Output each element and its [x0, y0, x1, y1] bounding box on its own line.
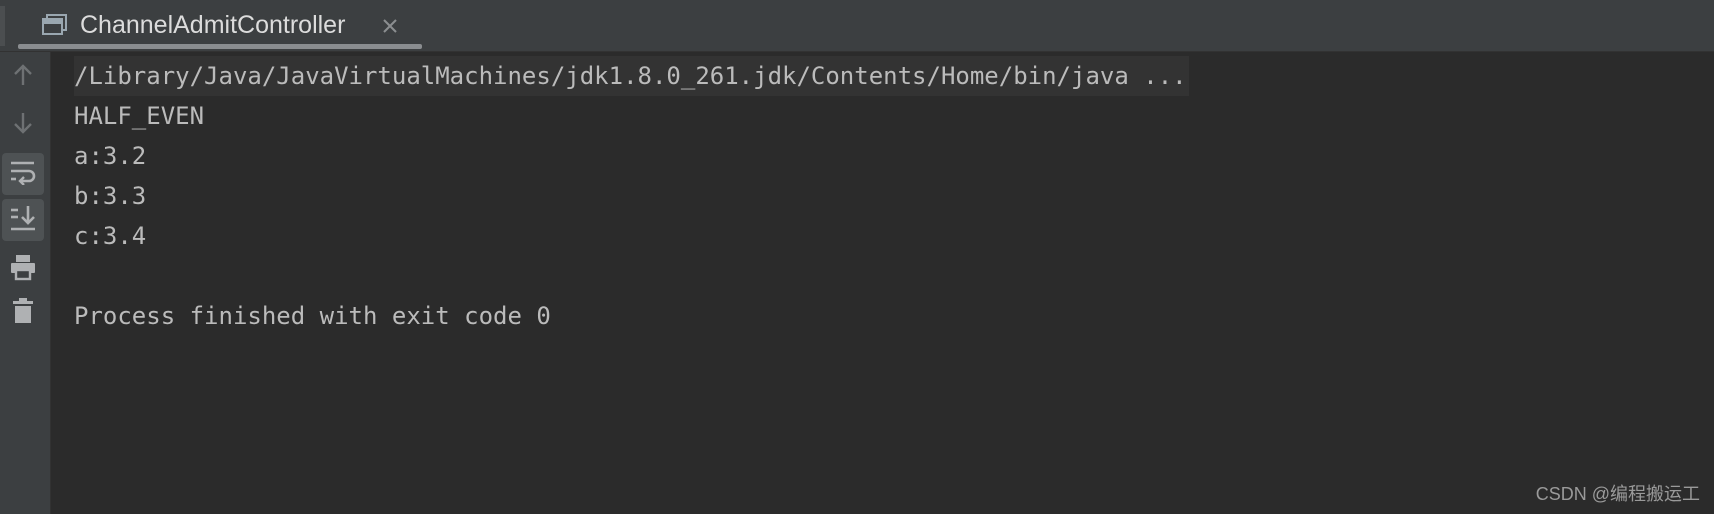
soft-wrap-button[interactable] — [2, 153, 44, 195]
console-exit-line: Process finished with exit code 0 — [74, 302, 551, 330]
print-icon — [9, 253, 37, 285]
tab-title: ChannelAdmitController — [80, 11, 346, 39]
down-button[interactable] — [2, 104, 44, 146]
console-output[interactable]: /Library/Java/JavaVirtualMachines/jdk1.8… — [51, 52, 1714, 514]
tab-bar: ChannelAdmitController — [0, 0, 1714, 52]
tab-channel-admit-controller[interactable]: ChannelAdmitController — [18, 0, 422, 52]
scroll-to-end-icon — [9, 204, 37, 236]
clear-all-button[interactable] — [2, 292, 44, 334]
active-tab-indicator — [18, 44, 422, 49]
console-toolbar — [0, 52, 51, 514]
console-line: c:3.4 — [74, 222, 147, 250]
soft-wrap-icon — [9, 159, 37, 189]
close-icon[interactable] — [380, 16, 400, 36]
console-line: a:3.2 — [74, 142, 147, 170]
console-line: HALF_EVEN — [74, 102, 205, 130]
watermark: CSDN @编程搬运工 — [1535, 484, 1700, 504]
console-line: b:3.3 — [74, 182, 147, 210]
arrow-up-icon — [11, 62, 35, 92]
trash-icon — [11, 297, 35, 329]
arrow-down-icon — [11, 110, 35, 140]
print-button[interactable] — [2, 248, 44, 290]
run-console-icon — [42, 14, 68, 36]
scroll-to-end-button[interactable] — [2, 199, 44, 241]
tab-bar-edge — [0, 6, 5, 46]
up-button[interactable] — [2, 56, 44, 98]
console-command-line[interactable]: /Library/Java/JavaVirtualMachines/jdk1.8… — [74, 56, 1189, 96]
